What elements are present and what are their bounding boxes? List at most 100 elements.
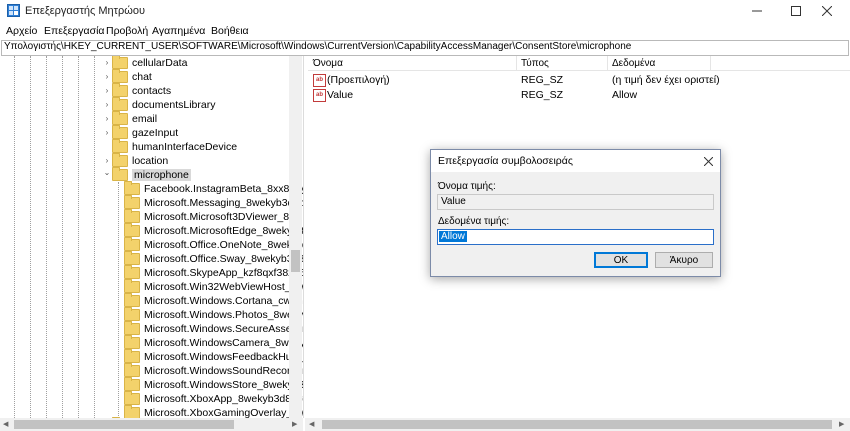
tree-item-email[interactable]: email [112, 111, 157, 126]
tree-item-label: Microsoft.Windows.Photos_8wekyb3 [144, 309, 304, 321]
tree-scroll-thumb[interactable] [291, 250, 300, 272]
scroll-left-arrow-icon[interactable]: ◀ [309, 420, 314, 428]
scroll-left-arrow-icon[interactable]: ◀ [3, 420, 8, 428]
tree-item-child[interactable]: Microsoft.MicrosoftEdge_8wekyb3d8 [124, 223, 304, 238]
tree-item-label: Microsoft.Office.Sway_8wekyb3d8bb [144, 253, 304, 265]
tree-item-label: contacts [132, 85, 172, 97]
column-data-header[interactable]: Δεδομένα [612, 58, 655, 69]
tree-item-child[interactable]: Microsoft.Windows.Photos_8wekyb3 [124, 307, 304, 322]
tree-item-contacts[interactable]: contacts [112, 83, 172, 98]
folder-icon [112, 111, 128, 125]
chevron-right-icon[interactable]: › [102, 86, 112, 95]
tree-item-child[interactable]: Microsoft.XboxGamingOverlay_8wek [124, 405, 304, 418]
tree-item-label: Microsoft.MicrosoftEdge_8wekyb3d8 [144, 225, 304, 237]
folder-icon [112, 125, 128, 139]
value-list-header [308, 56, 850, 71]
tree-item-child[interactable]: Microsoft.Office.Sway_8wekyb3d8bb [124, 251, 304, 266]
tree-hscroll-thumb[interactable] [14, 420, 234, 429]
column-divider [607, 56, 608, 70]
folder-icon [124, 377, 140, 391]
tree-item-child[interactable]: Microsoft.Microsoft3DViewer_8weky [124, 209, 304, 224]
chevron-right-icon[interactable]: › [102, 72, 112, 81]
tree-item-label: Microsoft.XboxApp_8wekyb3d8bbwe [144, 393, 304, 405]
tree-item-label: Microsoft.Win32WebViewHost_cw5n [144, 281, 304, 293]
tree-item-label: documentsLibrary [132, 99, 216, 111]
string-value-icon: ab [313, 89, 326, 102]
tree-item-child[interactable]: Microsoft.WindowsSoundRecorder_8 [124, 363, 304, 378]
menu-help[interactable]: Βοήθεια [211, 25, 249, 37]
column-divider [710, 56, 711, 70]
tree-item-child[interactable]: Facebook.InstagramBeta_8xx8rvfyw5 [124, 181, 304, 196]
tree-item-child[interactable]: Microsoft.XboxApp_8wekyb3d8bbwe [124, 391, 304, 406]
tree-item-gazeinput[interactable]: gazeInput [112, 125, 178, 140]
tree-guide-line [62, 56, 63, 418]
folder-icon [124, 209, 140, 223]
tree-item-label: Facebook.InstagramBeta_8xx8rvfyw5 [144, 183, 304, 195]
tree-item-child[interactable]: Microsoft.Windows.Cortana_cw5n1h [124, 293, 303, 308]
tree-item-label: Microsoft.Messaging_8wekyb3d8bbv [144, 197, 304, 209]
value-name: Value [327, 89, 354, 101]
tree-item-label: chat [132, 71, 152, 83]
tree-item-child[interactable]: Microsoft.WindowsCamera_8wekyb3 [124, 335, 303, 350]
tree-item-label: Microsoft.Microsoft3DViewer_8weky [144, 211, 304, 223]
folder-icon [124, 391, 140, 405]
value-type: REG_SZ [521, 89, 564, 101]
tree-item-child[interactable]: Microsoft.SkypeApp_kzf8qxf38zg5c [124, 265, 303, 280]
column-type-header[interactable]: Τύπος [521, 58, 549, 69]
close-icon [822, 6, 832, 16]
chevron-right-icon[interactable]: › [102, 128, 112, 137]
ok-button[interactable]: ΟΚ [594, 252, 648, 268]
value-type: REG_SZ [521, 74, 564, 86]
tree-vertical-scrollbar[interactable] [289, 56, 302, 418]
chevron-right-icon[interactable]: › [102, 114, 112, 123]
chevron-right-icon[interactable]: › [102, 58, 112, 67]
tree-guide-line [14, 56, 15, 418]
folder-icon [124, 223, 140, 237]
folder-icon [124, 293, 140, 307]
folder-icon [112, 83, 128, 97]
tree-item-child[interactable]: Microsoft.Messaging_8wekyb3d8bbv [124, 195, 304, 210]
value-data-input[interactable] [437, 229, 714, 245]
chevron-right-icon[interactable]: › [102, 100, 112, 109]
tree-item-chat[interactable]: chat [112, 69, 152, 84]
tree-item-child[interactable]: Microsoft.WindowsStore_8wekyb3d8 [124, 377, 303, 392]
value-name-text: Value [441, 196, 466, 207]
chevron-right-icon[interactable]: › [102, 156, 112, 165]
tree-item-location[interactable]: location [112, 153, 168, 168]
cancel-button[interactable]: Άκυρο [655, 252, 713, 268]
tree-item-child[interactable]: Microsoft.Windows.SecureAssessme [124, 321, 303, 336]
maximize-icon [791, 6, 801, 16]
tree-item-label: Microsoft.XboxGamingOverlay_8wek [144, 407, 304, 418]
value-row-value[interactable] [310, 87, 730, 101]
tree-item-child[interactable]: Microsoft.WindowsFeedbackHub_8w [124, 349, 303, 364]
tree-guide-line [78, 56, 79, 418]
value-data-label: Δεδομένα τιμής: [438, 216, 510, 227]
regedit-app-icon [7, 4, 20, 17]
tree-item-child[interactable]: Microsoft.Win32WebViewHost_cw5n [124, 279, 304, 294]
scroll-right-arrow-icon[interactable]: ▶ [839, 420, 844, 428]
close-button[interactable] [804, 0, 850, 22]
tree-item-microphone[interactable]: microphone [112, 167, 191, 182]
list-hscroll-thumb[interactable] [322, 420, 832, 429]
menu-favorites[interactable]: Αγαπημένα [152, 25, 205, 37]
value-data: (η τιμή δεν έχει οριστεί) [612, 74, 720, 86]
value-name-field [437, 194, 714, 210]
key-tree: cellularData › chat › contacts › documen… [0, 56, 304, 418]
scroll-right-arrow-icon[interactable]: ▶ [292, 420, 297, 428]
tree-item-cellulardata[interactable]: cellularData [112, 56, 187, 70]
menu-file[interactable]: Αρχείο [6, 25, 37, 37]
dialog-close-button[interactable] [698, 152, 718, 170]
menu-view[interactable]: Προβολή [106, 25, 148, 37]
folder-icon [124, 237, 140, 251]
column-name-header[interactable]: Όνομα [313, 58, 343, 69]
value-data-selected-text[interactable]: Allow [439, 231, 467, 242]
value-data: Allow [612, 89, 638, 101]
tree-item-label: Microsoft.Office.OneNote_8wekyb3c [144, 239, 304, 251]
tree-item-label: microphone [132, 169, 191, 181]
tree-item-documentslibrary[interactable]: documentsLibrary [112, 97, 216, 112]
tree-item-child[interactable]: Microsoft.Office.OneNote_8wekyb3c [124, 237, 304, 252]
chevron-down-icon[interactable]: ⌄ [102, 168, 112, 177]
tree-item-label: Microsoft.WindowsSoundRecorder_8 [144, 365, 304, 377]
tree-item-humaninterfacedevice[interactable]: humanInterfaceDevice [112, 139, 237, 154]
menu-edit[interactable]: Επεξεργασία [44, 25, 105, 37]
